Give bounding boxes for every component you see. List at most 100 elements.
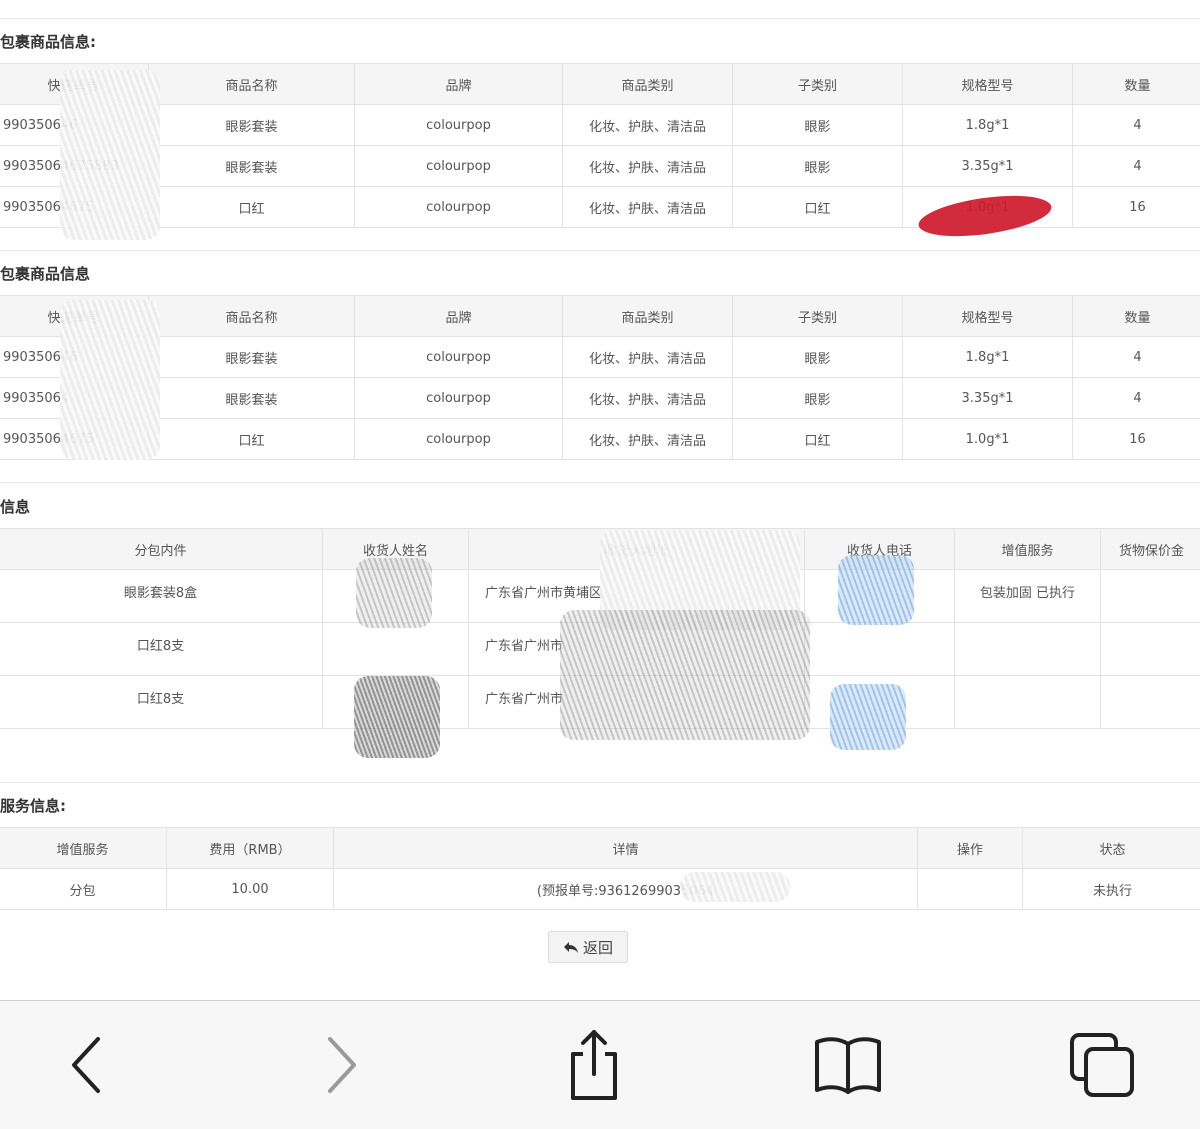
cell-recipient-name xyxy=(322,569,469,623)
table-header-row: 增值服务 费用（RMB） 详情 操作 状态 xyxy=(0,827,1200,869)
cell-details: (预报单号:93612699035064 xyxy=(333,868,918,910)
browser-forward-button[interactable] xyxy=(300,1025,380,1105)
cell-subcategory: 眼影 xyxy=(732,377,903,419)
cell-action[interactable] xyxy=(917,868,1023,910)
cell-brand: colourpop xyxy=(354,377,563,419)
cell-spec: 3.35g*1 xyxy=(902,377,1073,419)
page-content: 包裹商品信息: 快递单号 商品名称 品牌 商品类别 子类别 规格型号 数量 99… xyxy=(0,0,1200,1000)
cell-tracking-no: 990350646 xyxy=(0,104,149,146)
browser-back-button[interactable] xyxy=(48,1025,128,1105)
table-row: 眼影套装8盒 广东省广州市黄埔区 包装加固 已执行 xyxy=(0,569,1200,623)
col-header-category: 商品类别 xyxy=(562,295,733,337)
cell-category: 化妆、护肤、清洁品 xyxy=(562,145,733,187)
tabs-icon xyxy=(1070,1033,1134,1097)
table-header-row: 快递单号 商品名称 品牌 商品类别 子类别 规格型号 数量 xyxy=(0,295,1200,337)
col-header-brand: 品牌 xyxy=(354,63,563,105)
table-row: 99035064 眼影套装 colourpop 化妆、护肤、清洁品 眼影 3.3… xyxy=(0,377,1200,419)
cell-spec: 1.8g*1 xyxy=(902,104,1073,146)
cell-recipient-name xyxy=(322,675,469,729)
cell-product-name: 眼影套装 xyxy=(148,377,355,419)
divider xyxy=(0,250,1200,251)
cell-subcategory: 口红 xyxy=(732,186,903,228)
cell-spec: 3.35g*1 xyxy=(902,145,1073,187)
col-header-status: 状态 xyxy=(1022,827,1200,869)
col-header-subcategory: 子类别 xyxy=(732,295,903,337)
cell-quantity: 4 xyxy=(1072,377,1200,419)
back-button[interactable]: 返回 xyxy=(548,931,628,963)
col-header-value-added: 增值服务 xyxy=(954,528,1101,570)
bookmarks-button[interactable] xyxy=(808,1025,888,1105)
cell-tracking-no: 99035064675 xyxy=(0,186,149,228)
reply-arrow-icon xyxy=(563,942,578,953)
col-header-product-name: 商品名称 xyxy=(148,295,355,337)
col-header-spec: 规格型号 xyxy=(902,295,1073,337)
cell-product-name: 口红 xyxy=(148,186,355,228)
cell-product-name: 眼影套装 xyxy=(148,104,355,146)
col-header-tracking-no: 快递单号 xyxy=(0,295,149,337)
table-row: 分包 10.00 (预报单号:93612699035064 未执行 xyxy=(0,868,1200,910)
table-row: 99035064675883 眼影套装 colourpop 化妆、护肤、清洁品 … xyxy=(0,145,1200,187)
service-table: 增值服务 费用（RMB） 详情 操作 状态 分包 10.00 (预报单号:936… xyxy=(0,827,1200,910)
browser-toolbar xyxy=(0,1000,1200,1129)
col-header-brand: 品牌 xyxy=(354,295,563,337)
cell-recipient-phone xyxy=(804,675,955,729)
section-title-parcel-items-2: 包裹商品信息 xyxy=(0,265,91,283)
split-package-table: 分包内件 收货人姓名 收货人地址 收货人电话 增值服务 货物保价金 眼影套装8盒… xyxy=(0,528,1200,729)
cell-quantity: 4 xyxy=(1072,145,1200,187)
cell-recipient-phone xyxy=(804,569,955,623)
col-header-product-name: 商品名称 xyxy=(148,63,355,105)
cell-value-added: 包装加固 已执行 xyxy=(954,569,1101,623)
col-header-service: 增值服务 xyxy=(0,827,167,869)
cell-category: 化妆、护肤、清洁品 xyxy=(562,104,733,146)
cell-tracking-no: 99035064675883 xyxy=(0,145,149,187)
cell-recipient-address: 广东省广州市 xyxy=(468,622,805,676)
cell-brand: colourpop xyxy=(354,104,563,146)
col-header-action: 操作 xyxy=(917,827,1023,869)
table-header-row: 分包内件 收货人姓名 收货人地址 收货人电话 增值服务 货物保价金 xyxy=(0,528,1200,570)
cell-subcategory: 眼影 xyxy=(732,145,903,187)
divider xyxy=(0,782,1200,783)
col-header-fee: 费用（RMB） xyxy=(166,827,334,869)
book-icon xyxy=(815,1037,881,1094)
tabs-button[interactable] xyxy=(1062,1025,1142,1105)
cell-category: 化妆、护肤、清洁品 xyxy=(562,186,733,228)
back-button-label: 返回 xyxy=(582,938,613,957)
cell-contents: 眼影套装8盒 xyxy=(0,569,323,623)
cell-insured-value xyxy=(1100,569,1200,623)
cell-fee: 10.00 xyxy=(166,868,334,910)
chevron-left-icon xyxy=(72,1037,100,1093)
table-row: 口红8支 广东省广州市 xyxy=(0,675,1200,729)
cell-subcategory: 口红 xyxy=(732,418,903,460)
cell-quantity: 16 xyxy=(1072,186,1200,228)
cell-tracking-no: 990350646 xyxy=(0,336,149,378)
cell-recipient-address: 广东省广州市 xyxy=(468,675,805,729)
col-header-details: 详情 xyxy=(333,827,918,869)
col-header-recipient-name: 收货人姓名 xyxy=(322,528,469,570)
col-header-recipient-address: 收货人地址 xyxy=(468,528,805,570)
cell-quantity: 16 xyxy=(1072,418,1200,460)
cell-insured-value xyxy=(1100,675,1200,729)
cell-spec: 1.8g*1 xyxy=(902,336,1073,378)
col-header-recipient-phone: 收货人电话 xyxy=(804,528,955,570)
divider xyxy=(0,482,1200,483)
cell-subcategory: 眼影 xyxy=(732,336,903,378)
table-header-row: 快递单号 商品名称 品牌 商品类别 子类别 规格型号 数量 xyxy=(0,63,1200,105)
cell-status: 未执行 xyxy=(1022,868,1200,910)
cell-service: 分包 xyxy=(0,868,167,910)
share-icon xyxy=(571,1030,617,1100)
table-row: 99035064675 口红 colourpop 化妆、护肤、清洁品 口红 1.… xyxy=(0,418,1200,460)
cell-quantity: 4 xyxy=(1072,336,1200,378)
table-row: 990350646 眼影套装 colourpop 化妆、护肤、清洁品 眼影 1.… xyxy=(0,104,1200,146)
cell-category: 化妆、护肤、清洁品 xyxy=(562,336,733,378)
cell-category: 化妆、护肤、清洁品 xyxy=(562,418,733,460)
col-header-quantity: 数量 xyxy=(1072,295,1200,337)
col-header-spec: 规格型号 xyxy=(902,63,1073,105)
cell-recipient-phone xyxy=(804,622,955,676)
share-button[interactable] xyxy=(554,1025,634,1105)
table-row: 990350646 眼影套装 colourpop 化妆、护肤、清洁品 眼影 1.… xyxy=(0,336,1200,378)
cell-product-name: 眼影套装 xyxy=(148,145,355,187)
cell-contents: 口红8支 xyxy=(0,675,323,729)
cell-quantity: 4 xyxy=(1072,104,1200,146)
divider xyxy=(0,18,1200,19)
cell-value-added xyxy=(954,622,1101,676)
